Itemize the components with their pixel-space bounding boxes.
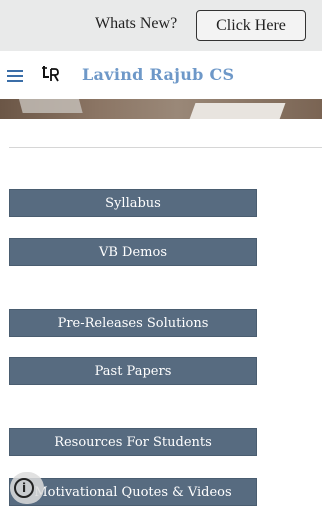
pre-releases-button[interactable]: Pre-Releases Solutions <box>9 309 257 337</box>
whats-new-label: Whats New? <box>95 15 178 32</box>
site-header: Lavind Rajub CS <box>0 51 322 99</box>
past-papers-button[interactable]: Past Papers <box>9 357 257 385</box>
info-button[interactable]: i <box>10 472 44 504</box>
announcement-bar: Whats New? Click Here <box>0 0 322 51</box>
syllabus-button[interactable]: Syllabus <box>9 189 257 217</box>
site-logo[interactable] <box>41 64 61 84</box>
hero-image <box>0 99 322 119</box>
vb-demos-button[interactable]: VB Demos <box>9 238 257 266</box>
info-icon: i <box>14 478 34 498</box>
click-here-button[interactable]: Click Here <box>196 10 306 41</box>
resources-button[interactable]: Resources For Students <box>9 428 257 456</box>
hamburger-menu-icon[interactable] <box>7 70 23 82</box>
motivational-button[interactable]: Motivational Quotes & Videos <box>9 478 257 506</box>
divider <box>9 147 322 148</box>
site-title[interactable]: Lavind Rajub CS <box>82 65 234 84</box>
